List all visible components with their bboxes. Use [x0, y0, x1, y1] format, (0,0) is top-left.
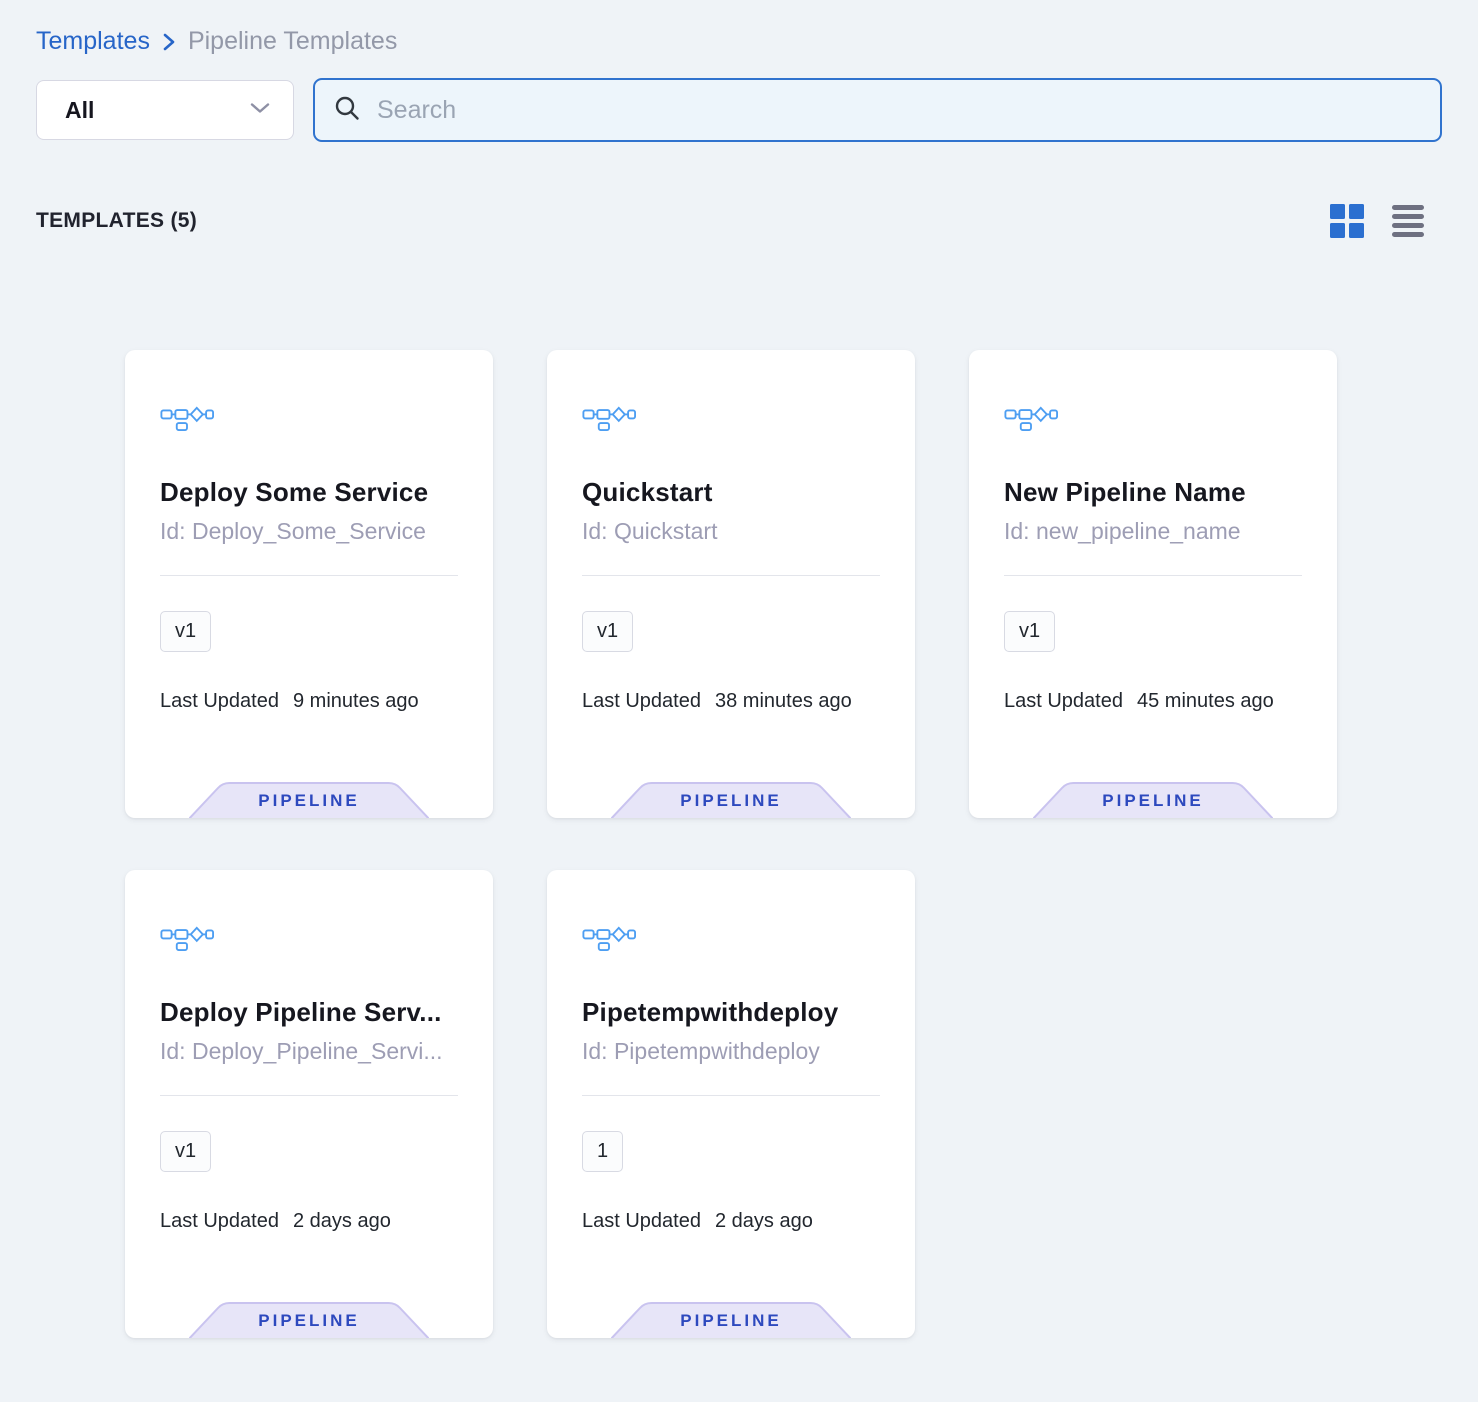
scope-dropdown[interactable]: All [36, 80, 294, 140]
pipeline-template-icon [160, 922, 214, 952]
search-icon [333, 94, 361, 127]
pipeline-type-label: PIPELINE [611, 784, 851, 818]
search-input[interactable] [377, 96, 1422, 125]
template-title: Deploy Pipeline Serv... [160, 997, 458, 1028]
search-box[interactable] [313, 78, 1442, 142]
pipeline-type-ribbon: PIPELINE [611, 1300, 851, 1338]
list-view-icon[interactable] [1392, 205, 1424, 237]
filter-row: All [36, 78, 1442, 142]
breadcrumb-templates-link[interactable]: Templates [36, 26, 150, 56]
last-updated-row: Last Updated 38 minutes ago [582, 690, 880, 713]
last-updated-label: Last Updated [160, 690, 279, 713]
last-updated-value: 45 minutes ago [1137, 690, 1274, 713]
pipeline-template-icon [1004, 402, 1058, 432]
version-badge: v1 [160, 1131, 211, 1172]
pipeline-type-label: PIPELINE [1033, 784, 1273, 818]
breadcrumb: Templates Pipeline Templates [36, 26, 1442, 56]
version-badge: 1 [582, 1131, 623, 1172]
template-id: Id: Pipetempwithdeploy [582, 1038, 880, 1065]
chevron-right-icon [162, 31, 176, 53]
version-badge: v1 [1004, 611, 1055, 652]
last-updated-value: 2 days ago [715, 1210, 813, 1233]
version-badge: v1 [582, 611, 633, 652]
last-updated-value: 9 minutes ago [293, 690, 419, 713]
scope-dropdown-value: All [65, 97, 94, 124]
template-card[interactable]: Pipetempwithdeploy Id: Pipetempwithdeplo… [547, 870, 915, 1338]
template-title: Quickstart [582, 477, 880, 508]
section-title: TEMPLATES (5) [36, 209, 197, 233]
template-card[interactable]: New Pipeline Name Id: new_pipeline_name … [969, 350, 1337, 818]
template-title: New Pipeline Name [1004, 477, 1302, 508]
last-updated-label: Last Updated [582, 1210, 701, 1233]
pipeline-type-label: PIPELINE [189, 784, 429, 818]
last-updated-row: Last Updated 2 days ago [582, 1210, 880, 1233]
pipeline-type-label: PIPELINE [611, 1304, 851, 1338]
template-title: Pipetempwithdeploy [582, 997, 880, 1028]
template-id: Id: new_pipeline_name [1004, 518, 1302, 545]
view-toggle [1330, 204, 1424, 238]
pipeline-type-ribbon: PIPELINE [189, 1300, 429, 1338]
last-updated-row: Last Updated 45 minutes ago [1004, 690, 1302, 713]
templates-grid: Deploy Some Service Id: Deploy_Some_Serv… [125, 350, 1337, 1338]
top-bar: Templates Pipeline Templates All [0, 0, 1478, 142]
template-title: Deploy Some Service [160, 477, 458, 508]
card-divider [160, 575, 458, 576]
card-divider [1004, 575, 1302, 576]
template-card[interactable]: Quickstart Id: Quickstart v1 Last Update… [547, 350, 915, 818]
grid-view-icon[interactable] [1330, 204, 1364, 238]
pipeline-template-icon [160, 402, 214, 432]
template-card[interactable]: Deploy Some Service Id: Deploy_Some_Serv… [125, 350, 493, 818]
pipeline-template-icon [582, 922, 636, 952]
last-updated-row: Last Updated 9 minutes ago [160, 690, 458, 713]
section-header: TEMPLATES (5) [0, 204, 1478, 238]
breadcrumb-current-page: Pipeline Templates [188, 26, 397, 56]
card-divider [582, 575, 880, 576]
template-id: Id: Deploy_Pipeline_Servi... [160, 1038, 458, 1065]
last-updated-row: Last Updated 2 days ago [160, 1210, 458, 1233]
pipeline-template-icon [582, 402, 636, 432]
last-updated-value: 38 minutes ago [715, 690, 852, 713]
pipeline-type-ribbon: PIPELINE [189, 780, 429, 818]
chevron-down-icon [249, 101, 271, 120]
last-updated-label: Last Updated [1004, 690, 1123, 713]
pipeline-type-label: PIPELINE [189, 1304, 429, 1338]
template-card[interactable]: Deploy Pipeline Serv... Id: Deploy_Pipel… [125, 870, 493, 1338]
pipeline-type-ribbon: PIPELINE [611, 780, 851, 818]
last-updated-label: Last Updated [160, 1210, 279, 1233]
template-id: Id: Deploy_Some_Service [160, 518, 458, 545]
template-id: Id: Quickstart [582, 518, 880, 545]
card-divider [160, 1095, 458, 1096]
pipeline-type-ribbon: PIPELINE [1033, 780, 1273, 818]
last-updated-label: Last Updated [582, 690, 701, 713]
card-divider [582, 1095, 880, 1096]
version-badge: v1 [160, 611, 211, 652]
last-updated-value: 2 days ago [293, 1210, 391, 1233]
